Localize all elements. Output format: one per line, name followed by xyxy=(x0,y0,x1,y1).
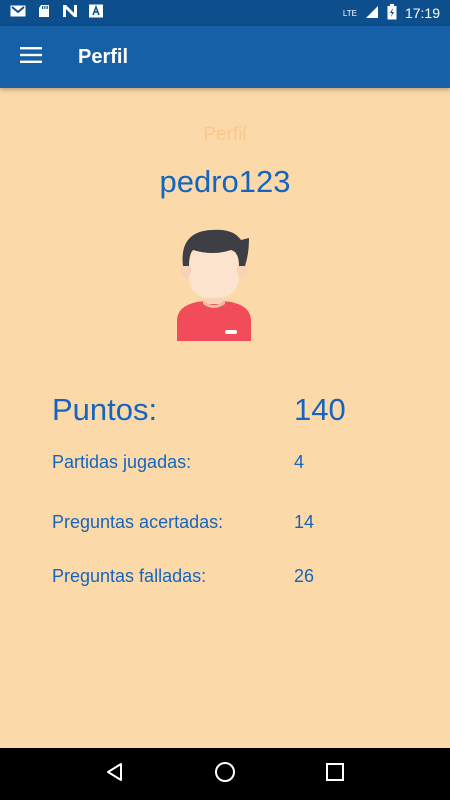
sd-card-icon xyxy=(36,4,52,23)
battery-charging-icon xyxy=(387,3,397,23)
back-button[interactable] xyxy=(95,754,135,794)
system-nav-bar xyxy=(0,748,450,800)
games-played-label: Partidas jugadas: xyxy=(52,452,192,472)
signal-icon xyxy=(365,5,379,22)
hamburger-menu-button[interactable] xyxy=(0,26,62,88)
status-notifications xyxy=(10,4,104,23)
user-avatar-icon xyxy=(173,226,255,341)
clock: 17:19 xyxy=(404,5,440,21)
points-value: 140 xyxy=(294,392,346,427)
home-icon xyxy=(214,761,236,788)
points-label: Puntos: xyxy=(52,392,158,427)
a-app-icon xyxy=(88,4,104,23)
correct-answers-label: Preguntas acertadas: xyxy=(52,512,224,532)
username: pedro123 xyxy=(159,164,291,199)
n-app-icon xyxy=(62,4,78,23)
section-title: Perfil xyxy=(203,124,247,145)
hamburger-menu-icon xyxy=(20,46,42,68)
page-title: Perfil xyxy=(78,45,129,68)
recents-icon xyxy=(326,762,344,786)
home-button[interactable] xyxy=(205,754,245,794)
lte-label: LTE xyxy=(342,8,357,18)
failed-answers-value: 26 xyxy=(294,566,315,586)
correct-answers-value: 14 xyxy=(294,512,315,532)
status-system: LTE 17:19 xyxy=(342,3,440,23)
gmail-icon xyxy=(10,4,26,23)
status-bar: LTE 17:19 xyxy=(0,0,450,26)
recents-button[interactable] xyxy=(315,754,355,794)
games-played-value: 4 xyxy=(294,452,305,472)
failed-answers-label: Preguntas falladas: xyxy=(52,566,207,586)
profile-content: Perfil pedro123 Puntos: 140 Partidas jug… xyxy=(0,88,450,748)
back-icon xyxy=(105,762,125,787)
app-bar: Perfil xyxy=(0,26,450,88)
